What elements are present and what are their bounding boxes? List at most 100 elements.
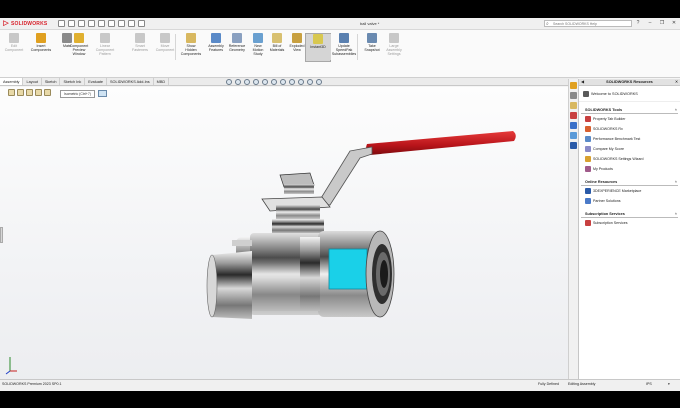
- resource-link[interactable]: My Products: [579, 164, 680, 174]
- command-tab[interactable]: Layout: [23, 78, 42, 85]
- ribbon-button-1[interactable]: Insert Components: [28, 33, 54, 52]
- ribbon-tool-icon: [272, 33, 282, 43]
- edit-appearance-icon[interactable]: [289, 79, 295, 85]
- ribbon-tool-icon: [135, 33, 145, 43]
- hide-show-items-icon[interactable]: [280, 79, 286, 85]
- view-settings-icon[interactable]: [307, 79, 313, 85]
- task-pane-section: Online Resources ˄ 3DEXPERIENCE Marketplac…: [579, 180, 680, 206]
- resources-tab-icon[interactable]: [570, 82, 577, 89]
- home-icon[interactable]: [58, 20, 65, 27]
- welcome-link[interactable]: Welcome to SOLIDWORKS: [579, 86, 680, 102]
- ribbon-tool-icon: [160, 33, 170, 43]
- ribbon-button-7[interactable]: Show Hidden Components: [178, 33, 204, 57]
- ribbon-button-label: Move Component: [155, 44, 175, 53]
- ribbon-button-16[interactable]: Large Assembly Settings: [381, 33, 407, 57]
- definition-status: Fully Defined: [538, 382, 559, 386]
- previous-view-icon[interactable]: [244, 79, 250, 85]
- feature-tree-collapse-handle[interactable]: [0, 227, 3, 243]
- task-pane-header: ◀ SOLIDWORKS Resources ✕: [579, 79, 680, 86]
- resource-link-label: Partner Solutions: [593, 199, 621, 203]
- app-logo[interactable]: ▷ SOLIDWORKS: [2, 20, 47, 28]
- design-library-tab-icon[interactable]: [570, 92, 577, 99]
- arrow-left-icon[interactable]: ◀: [581, 79, 584, 86]
- resource-link[interactable]: SOLIDWORKS Settings Wizard: [579, 154, 680, 164]
- zoom-to-area-icon[interactable]: [235, 79, 241, 85]
- version-label: SOLIDWORKS Premium 2023 SP0.1: [2, 382, 62, 386]
- community-tab-icon[interactable]: [570, 142, 577, 149]
- options-gear-icon[interactable]: [138, 20, 145, 27]
- resource-icon: [585, 136, 591, 142]
- command-tab[interactable]: SOLIDWORKS Add-Ins: [107, 78, 154, 85]
- ribbon-button-14[interactable]: Update SpeedPak Subassemblies: [331, 33, 357, 57]
- custom-properties-tab-icon[interactable]: [570, 132, 577, 139]
- close-icon[interactable]: ✕: [670, 20, 678, 27]
- ribbon-button-3[interactable]: Component Preview Window: [66, 33, 92, 57]
- ribbon-button-label: Update SpeedPak Subassemblies: [331, 44, 357, 57]
- ribbon-tool-icon: [74, 33, 84, 43]
- cyan-port-face: [328, 248, 368, 290]
- section-view-icon[interactable]: [253, 79, 259, 85]
- ribbon-button-label: Smart Fasteners: [132, 44, 148, 53]
- command-tab[interactable]: MBD: [154, 78, 170, 85]
- restore-icon[interactable]: ❐: [658, 20, 666, 27]
- help-icon[interactable]: ?: [634, 20, 642, 27]
- ribbon-button-5[interactable]: Smart Fasteners: [127, 33, 153, 52]
- title-bar: ▷ SOLIDWORKS ball valve * ⌕ Search SOLID…: [0, 18, 680, 30]
- undo-icon[interactable]: [108, 20, 115, 27]
- resource-link[interactable]: Performance Benchmark Test: [579, 134, 680, 144]
- select-icon[interactable]: [118, 20, 125, 27]
- resource-icon: [585, 198, 591, 204]
- close-icon[interactable]: ✕: [675, 79, 678, 86]
- ribbon-separator: [357, 34, 358, 60]
- open-folder-icon[interactable]: [78, 20, 85, 27]
- resource-link[interactable]: Property Tab Builder: [579, 114, 680, 124]
- heads-up-view-toolbar: [226, 79, 322, 85]
- resource-link[interactable]: Compare My Score: [579, 144, 680, 154]
- print-icon[interactable]: [98, 20, 105, 27]
- view-palette-tab-icon[interactable]: [570, 112, 577, 119]
- status-extra-icon[interactable]: ▾: [668, 382, 670, 387]
- resource-link[interactable]: Partner Solutions: [579, 196, 680, 206]
- search-icon: ⌕: [546, 21, 549, 27]
- save-icon[interactable]: [88, 20, 95, 27]
- solidworks-window: ▷ SOLIDWORKS ball valve * ⌕ Search SOLID…: [0, 18, 680, 391]
- ribbon-separator: [175, 34, 176, 60]
- ribbon-button-13[interactable]: Instant3D: [305, 33, 331, 62]
- unit-system[interactable]: IPS: [646, 382, 652, 387]
- command-tab[interactable]: Evaluate: [85, 78, 107, 85]
- new-document-icon[interactable]: [68, 20, 75, 27]
- ribbon-tool-icon: [36, 33, 46, 43]
- resource-link[interactable]: 3DEXPERIENCE Marketplace: [579, 186, 680, 196]
- ribbon-tool-icon: [292, 33, 302, 43]
- file-explorer-tab-icon[interactable]: [570, 102, 577, 109]
- zoom-to-fit-icon[interactable]: [226, 79, 232, 85]
- view-orientation-icon[interactable]: [262, 79, 268, 85]
- appearances-tab-icon[interactable]: [570, 122, 577, 129]
- graphics-area[interactable]: Isometric (Ctrl+7): [0, 87, 578, 385]
- resource-link-label: My Products: [593, 167, 613, 171]
- resource-link-label: SOLIDWORKS Settings Wizard: [593, 157, 644, 161]
- ribbon-separator: [330, 34, 331, 60]
- ribbon-button-4[interactable]: Linear Component Pattern: [92, 33, 118, 57]
- section-title[interactable]: Online Resources ˄: [581, 180, 678, 186]
- command-tab[interactable]: Assembly: [0, 78, 24, 85]
- rebuild-icon[interactable]: [128, 20, 135, 27]
- resource-icon: [585, 126, 591, 132]
- ball-valve-model[interactable]: [0, 87, 578, 385]
- apply-scene-icon[interactable]: [298, 79, 304, 85]
- resource-icon: [585, 116, 591, 122]
- command-tab[interactable]: Sketch: [42, 78, 61, 85]
- display-style-icon[interactable]: [271, 79, 277, 85]
- section-title[interactable]: Subscription Services ˄: [581, 212, 678, 218]
- minimize-icon[interactable]: –: [646, 20, 654, 27]
- search-help-input[interactable]: ⌕ Search SOLIDWORKS Help: [544, 20, 632, 27]
- command-tab[interactable]: Sketch Ink: [60, 78, 86, 85]
- display-pane-icon[interactable]: [316, 79, 322, 85]
- resource-link[interactable]: Subscription Services: [579, 218, 680, 228]
- resource-link[interactable]: SOLIDWORKS Rx: [579, 124, 680, 134]
- resource-icon: [585, 188, 591, 194]
- window-controls: ? – ❐ ✕: [634, 20, 678, 27]
- section-title[interactable]: SOLIDWORKS Tools ˄: [581, 108, 678, 114]
- command-manager-ribbon: Edit Component Insert Components Mate Compo…: [0, 30, 680, 78]
- ribbon-button-0[interactable]: Edit Component: [1, 33, 27, 52]
